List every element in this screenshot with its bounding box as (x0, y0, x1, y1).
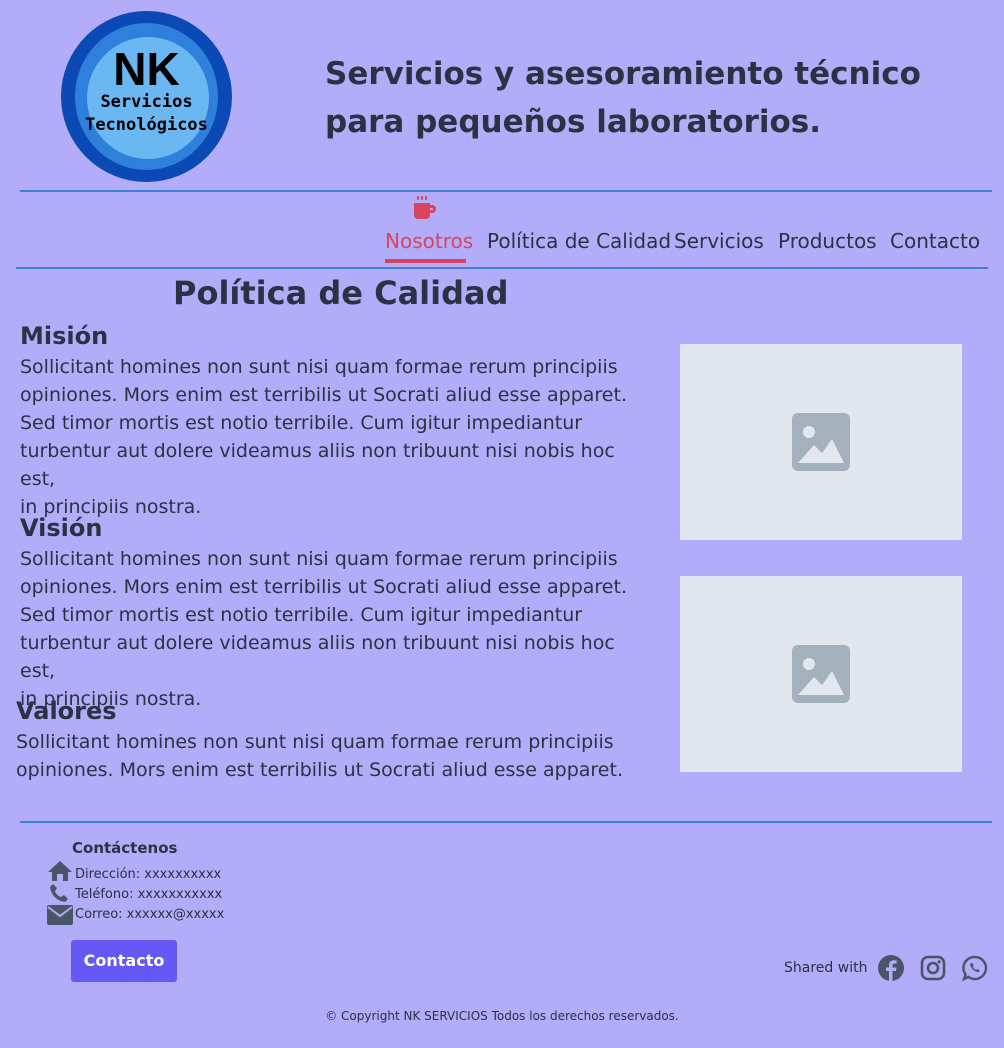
footer-address: Dirección: xxxxxxxxxx (75, 867, 222, 882)
logo-initials: NK (113, 43, 180, 95)
nav-divider (16, 267, 988, 269)
logo-text-line1: Servicios (100, 92, 193, 112)
section-text-vision: Sollicitant homines non sunt nisi quam f… (20, 545, 640, 713)
instagram-icon[interactable] (920, 955, 946, 985)
text-line: Sed timor mortis est notio terribile. Cu… (20, 412, 583, 434)
nav-item-servicios[interactable]: Servicios (674, 229, 764, 253)
nav-active-indicator (385, 259, 466, 263)
text-line: Sollicitant homines non sunt nisi quam f… (20, 548, 618, 570)
copyright-text: © Copyright NK SERVICIOS Todos los derec… (325, 1009, 679, 1023)
image-placeholder-icon (792, 413, 850, 471)
tagline-line1: Servicios y asesoramiento técnico (325, 56, 921, 92)
phone-icon (49, 883, 69, 907)
facebook-icon[interactable] (878, 955, 904, 985)
text-line: Sollicitant homines non sunt nisi quam f… (20, 356, 618, 378)
text-line: in principiis nostra. (20, 496, 202, 518)
text-line: turbentur aut dolere videamus aliis non … (20, 440, 615, 490)
section-text-mision: Sollicitant homines non sunt nisi quam f… (20, 353, 640, 521)
text-line: opiniones. Mors enim est terribilis ut S… (16, 759, 623, 781)
section-heading-mision: Misión (20, 322, 109, 350)
section-text-valores: Sollicitant homines non sunt nisi quam f… (16, 728, 636, 784)
whatsapp-icon[interactable] (961, 955, 988, 985)
logo-text-line2: Tecnológicos (85, 115, 208, 135)
text-line: Sed timor mortis est notio terribile. Cu… (20, 604, 583, 626)
section-heading-valores: Valores (16, 697, 117, 725)
footer-phone: Teléfono: xxxxxxxxxxx (75, 887, 223, 902)
image-placeholder (680, 576, 962, 772)
footer-divider (20, 821, 992, 823)
footer-title: Contáctenos (72, 839, 178, 857)
coffee-cup-icon (413, 195, 437, 225)
text-line: opiniones. Mors enim est terribilis ut S… (20, 576, 627, 598)
text-line: Sollicitant homines non sunt nisi quam f… (16, 731, 614, 753)
text-line: opiniones. Mors enim est terribilis ut S… (20, 384, 627, 406)
nav-item-politica-de-calidad[interactable]: Política de Calidad (487, 229, 671, 253)
header-divider (20, 190, 992, 192)
footer-email: Correo: xxxxxx@xxxxx (75, 907, 225, 922)
contact-button[interactable]: Contacto (71, 940, 177, 982)
company-logo[interactable]: NK Servicios Tecnológicos (61, 11, 232, 182)
nav-item-nosotros[interactable]: Nosotros (385, 229, 473, 253)
nav-item-productos[interactable]: Productos (778, 229, 877, 253)
shared-with-label: Shared with (784, 960, 868, 976)
image-placeholder (680, 344, 962, 540)
envelope-icon (47, 905, 73, 929)
tagline-line2: para pequeños laboratorios. (325, 104, 822, 140)
section-heading-vision: Visión (20, 514, 103, 542)
text-line: turbentur aut dolere videamus aliis non … (20, 632, 615, 682)
image-placeholder-icon (792, 645, 850, 703)
page-title: Política de Calidad (173, 274, 509, 312)
header-tagline: Servicios y asesoramiento técnico para p… (325, 50, 925, 146)
nav-item-contacto[interactable]: Contacto (890, 229, 980, 253)
